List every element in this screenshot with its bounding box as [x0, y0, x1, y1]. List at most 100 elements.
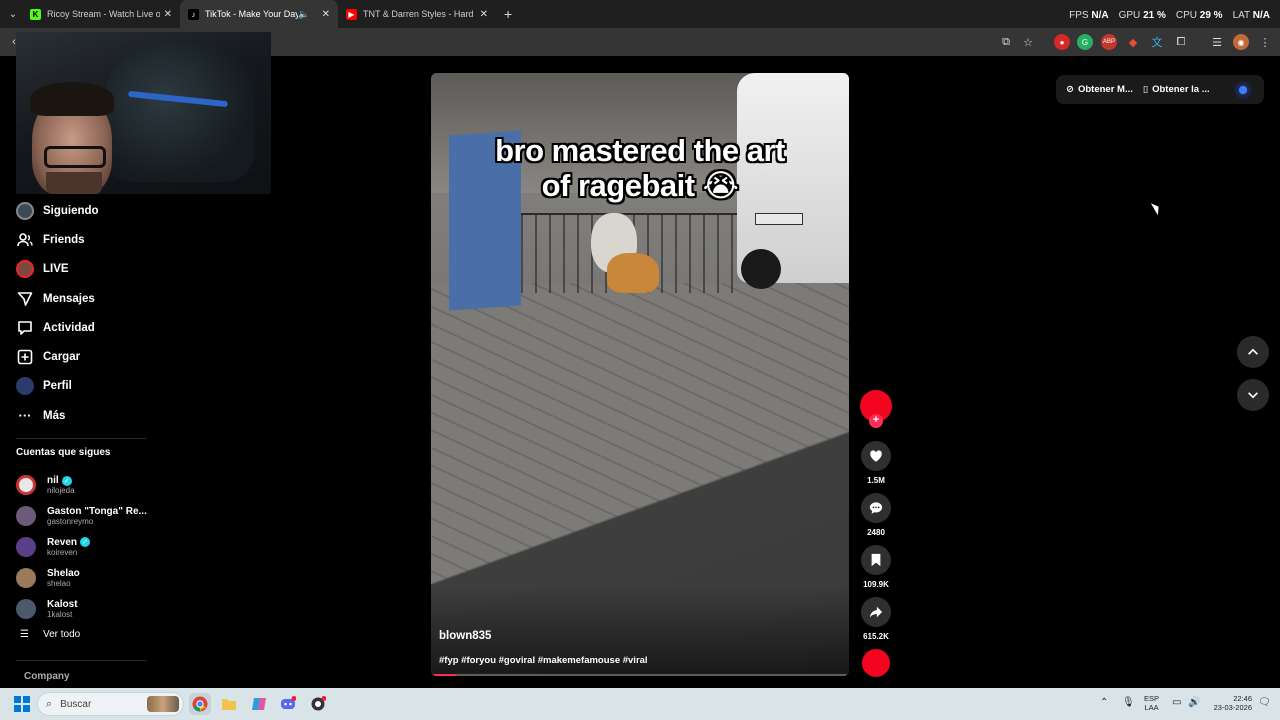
nav-actividad[interactable]: Actividad — [0, 313, 150, 342]
account-item[interactable]: nil ✓ nilojeda — [16, 470, 156, 501]
menu-dots-icon[interactable]: ⋮ — [1257, 34, 1273, 50]
gpu-stat: GPU 21 % — [1118, 10, 1166, 21]
share-button[interactable] — [861, 597, 891, 627]
get-app-label: Obtener la ... — [1152, 84, 1210, 95]
account-item[interactable]: Reven ✓ koireven — [16, 532, 156, 563]
windows-start-icon[interactable] — [14, 696, 30, 712]
extension-tag-icon[interactable]: ◆ — [1125, 34, 1141, 50]
bookmark-icon — [871, 553, 881, 567]
install-app-icon[interactable]: ⧉ — [998, 34, 1014, 50]
save-button[interactable] — [861, 545, 891, 575]
extension-red-icon[interactable]: ● — [1054, 34, 1070, 50]
verified-badge-icon: ✓ — [61, 475, 72, 486]
bookmark-star-icon[interactable]: ☆ — [1020, 34, 1036, 50]
account-handle: gastonreymo — [47, 517, 94, 527]
comment-button[interactable] — [861, 493, 891, 523]
account-name: Reven — [47, 536, 78, 548]
microphone-icon[interactable]: 🎙 — [1122, 697, 1135, 708]
webcam-glasses — [44, 146, 106, 168]
chrome-icon[interactable] — [189, 693, 211, 715]
save-count: 109.9K — [863, 580, 889, 589]
media-control-icon[interactable]: ☰ — [1209, 34, 1225, 50]
get-app-button-2[interactable]: ▯ Obtener la ... — [1143, 84, 1220, 95]
account-handle: shelao — [47, 578, 71, 588]
nav-siguiendo[interactable]: Siguiendo — [0, 196, 150, 225]
extensions-puzzle-icon[interactable]: ⧠ — [1173, 34, 1189, 50]
account-name: nil — [47, 475, 59, 487]
nav-friends[interactable]: Friends — [0, 225, 150, 254]
nav-perfil[interactable]: Perfil — [0, 372, 150, 401]
account-handle: 1kalost — [47, 609, 73, 619]
get-app-bar: ⊘ Obtener M... ▯ Obtener la ... — [1056, 75, 1264, 104]
tab-kick[interactable]: K Ricoy Stream - Watch Live on K ✕ — [22, 0, 180, 28]
grammarly-icon[interactable]: G — [1077, 34, 1093, 50]
cpu-stat: CPU 29 % — [1175, 10, 1223, 21]
tab-youtube[interactable]: ▶ TNT & Darren Styles - Hard Bea ✕ — [338, 0, 496, 28]
input-language[interactable]: ESP LAA — [1144, 694, 1159, 712]
network-icon[interactable]: ▭ — [1172, 697, 1181, 708]
next-video-button[interactable] — [1237, 379, 1269, 411]
account-item[interactable]: Shelao shelao — [16, 562, 156, 593]
music-disc-icon[interactable] — [862, 649, 890, 677]
tray-chevron-up-icon[interactable]: ⌃ — [1100, 697, 1108, 708]
account-avatar — [16, 536, 36, 557]
comment-count: 2480 — [867, 528, 885, 537]
account-avatar — [16, 506, 36, 527]
search-highlight-image — [147, 696, 179, 712]
see-all-link[interactable]: ☰ Ver todo — [20, 629, 80, 640]
volume-icon[interactable]: 🔊 — [1188, 697, 1200, 708]
new-tab-button[interactable]: + — [504, 6, 512, 22]
system-clock[interactable]: 22:46 23-03-2026 — [1206, 694, 1252, 712]
sidebar-divider — [16, 660, 146, 661]
video-author[interactable]: blown835 — [439, 630, 491, 642]
nav-mas[interactable]: ··· Más — [0, 401, 150, 430]
like-button[interactable] — [861, 441, 891, 471]
nav-label: LIVE — [43, 263, 69, 276]
nav-cargar[interactable]: Cargar — [0, 342, 150, 371]
clock-date: 23-03-2026 — [1213, 703, 1252, 712]
youtube-icon: ▶ — [346, 8, 357, 20]
adblock-icon[interactable]: ABP — [1101, 34, 1117, 50]
discord-icon[interactable] — [277, 693, 299, 715]
video-player[interactable]: bro mastered the art of ragebait 😭 blown… — [431, 73, 849, 676]
extension-logo-icon[interactable] — [1234, 80, 1252, 99]
app-icon: ⊘ — [1066, 84, 1074, 95]
close-tab-icon[interactable]: ✕ — [164, 9, 172, 20]
video-progress-bar[interactable] — [431, 674, 849, 676]
account-name: Shelao — [47, 567, 80, 579]
account-item[interactable]: Kalost 1kalost — [16, 593, 156, 624]
video-scene-plate — [755, 213, 803, 225]
nav-label: Actividad — [43, 321, 95, 334]
nav-live[interactable]: LIVE — [0, 255, 150, 284]
video-progress-fill — [431, 674, 457, 676]
translate-icon[interactable]: 文 — [1149, 34, 1165, 50]
company-link[interactable]: Company — [24, 671, 70, 682]
speaker-icon[interactable]: 🔈 — [298, 9, 309, 20]
close-tab-icon[interactable]: ✕ — [322, 9, 330, 20]
webcam-beard — [46, 172, 102, 194]
file-explorer-icon[interactable] — [218, 693, 240, 715]
tab-title: Ricoy Stream - Watch Live on K — [47, 9, 160, 19]
copilot-icon[interactable] — [248, 693, 270, 715]
close-tab-icon[interactable]: ✕ — [480, 9, 488, 20]
previous-video-button[interactable] — [1237, 336, 1269, 368]
tab-tiktok[interactable]: ♪ TikTok - Make Your Day 🔈 ✕ — [180, 0, 338, 28]
follow-button[interactable]: + — [869, 414, 883, 428]
taskbar-search[interactable]: ⌕ Buscar — [37, 692, 184, 716]
nav-mensajes[interactable]: Mensajes — [0, 284, 150, 313]
live-icon — [16, 260, 34, 279]
nav-label: Mensajes — [43, 292, 95, 305]
video-hashtags[interactable]: #fyp #foryou #goviral #makemefamouse #vi… — [439, 655, 648, 666]
search-icon: ⌕ — [46, 697, 53, 710]
video-caption-overlay: bro mastered the art of ragebait 😭 — [431, 133, 849, 203]
account-avatar — [16, 598, 36, 619]
notification-icon[interactable]: 🗨 — [1258, 697, 1271, 708]
app-badge-icon[interactable] — [307, 693, 329, 715]
performance-overlay: FPS N/A GPU 21 % CPU 29 % LAT N/A — [1069, 10, 1270, 21]
profile-avatar-icon[interactable]: ◉ — [1233, 34, 1249, 50]
tab-search-chevron-icon[interactable]: ⌄ — [4, 5, 22, 23]
account-item[interactable]: Gaston "Tonga" Re... gastonreymo — [16, 501, 156, 532]
nav-label: Siguiendo — [43, 204, 99, 217]
get-app-button-1[interactable]: ⊘ Obtener M... — [1056, 84, 1143, 95]
get-app-label: Obtener M... — [1077, 84, 1133, 95]
